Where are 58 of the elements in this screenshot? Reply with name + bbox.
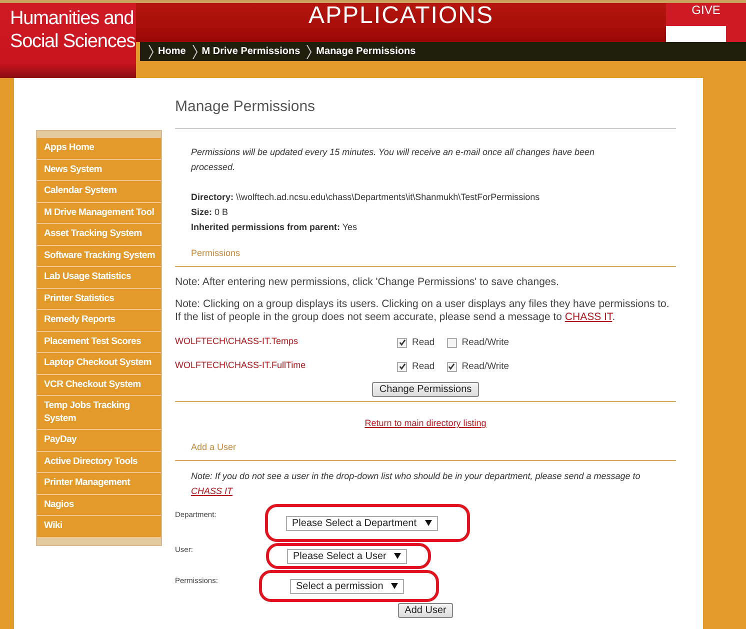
corner-block	[666, 26, 726, 42]
sidebar-item[interactable]: Apps Home	[37, 138, 161, 160]
chevron-icon	[192, 44, 198, 58]
group-link[interactable]: WOLFTECH\CHASS-IT.FullTime	[175, 360, 397, 370]
note-text: Note: If you do not see a user in the drop-down list who should be in your department, please send a message to CHASS IT	[191, 470, 642, 498]
note-text: Note: Clicking on a group displays its users. Clicking on a user displays any files they have permissions to. If the list of people in the group does not seem accurate, please send a message to CHASS IT.	[175, 298, 670, 324]
sidebar-item[interactable]: VCR Checkout System	[37, 374, 161, 396]
detail-line: Size: 0 B	[191, 206, 230, 219]
section-heading: Add a User	[190, 441, 238, 454]
give-label[interactable]: GIVE	[692, 3, 720, 17]
caret-icon	[394, 553, 402, 559]
group-link[interactable]: WOLFTECH\CHASS-IT.Temps	[175, 336, 397, 346]
checkbox[interactable]	[397, 362, 407, 372]
chevron-icon	[306, 44, 312, 58]
checkbox-label: Read/Write	[462, 337, 510, 348]
sidebar-item[interactable]: Asset Tracking System	[37, 224, 161, 246]
sidebar-item[interactable]: Placement Test Scores	[37, 332, 161, 353]
section-heading: Permissions	[190, 247, 242, 260]
sidebar-item[interactable]: Laptop Checkout System	[37, 353, 161, 374]
sidebar-item[interactable]: Active Directory Tools	[37, 452, 161, 473]
caret-icon	[424, 520, 432, 526]
sidebar-item[interactable]: M Drive Management Tool	[37, 202, 161, 224]
checkbox-label: Read	[412, 337, 435, 348]
checkbox-label: Read	[412, 361, 435, 372]
sidebar-item[interactable]: Nagios	[37, 494, 161, 516]
banner-title: APPLICATIONS	[308, 3, 494, 29]
college-name: Humanities and Social Sciences	[0, 3, 136, 78]
dropdown-select[interactable]: Select a permission	[290, 578, 404, 594]
checkbox[interactable]	[397, 338, 407, 348]
chevron-icon	[148, 44, 154, 58]
dropdown-select[interactable]: Please Select a User	[287, 548, 408, 564]
caret-icon	[391, 583, 398, 589]
sidebar-item[interactable]: News System	[37, 160, 161, 181]
detail-line: Inherited permissions from parent: Yes	[191, 221, 358, 234]
change-permissions-button[interactable]: Change Permissions	[372, 382, 479, 397]
dropdown-select[interactable]: Please Select a Department	[286, 516, 438, 530]
sidebar-item[interactable]: Remedy Reports	[37, 310, 161, 332]
breadcrumb-link[interactable]: Manage Permissions	[306, 44, 416, 58]
checkbox[interactable]	[446, 362, 457, 372]
sidebar-item[interactable]: Software Tracking System	[37, 246, 161, 267]
chass-it-link[interactable]: CHASS IT	[564, 311, 612, 323]
breadcrumb-link[interactable]: Home	[148, 44, 186, 58]
update-notice: Permissions will be updated every 15 minutes. You will receive an e-mail once all changes have been processed.	[191, 146, 596, 174]
sidebar-item[interactable]: Printer Statistics	[37, 288, 161, 310]
sidebar-item[interactable]: Printer Management	[37, 473, 161, 494]
checkbox-label: Read/Write	[462, 361, 510, 372]
sidebar-item[interactable]: Lab Usage Statistics	[37, 267, 161, 288]
sidebar-item[interactable]: PayDay	[37, 430, 161, 452]
sidebar-item[interactable]: Calendar System	[37, 181, 161, 202]
add-user-button[interactable]: Add User	[398, 603, 454, 618]
sidebar-item[interactable]: Temp Jobs Tracking System	[37, 396, 161, 430]
chass-it-link[interactable]: CHASS IT	[191, 486, 233, 496]
detail-line: Directory: \\wolftech.ad.ncsu.edu\chass\Departments\it\Shanmukh\TestForPermissions	[191, 191, 541, 204]
page-title: Manage Permissions	[175, 98, 676, 129]
return-link[interactable]: Return to main directory listing	[364, 418, 486, 428]
checkbox[interactable]	[446, 338, 457, 348]
note-text: Note: After entering new permissions, click 'Change Permissions' to save changes.	[175, 276, 560, 289]
breadcrumb-link[interactable]: M Drive Permissions	[192, 44, 300, 58]
